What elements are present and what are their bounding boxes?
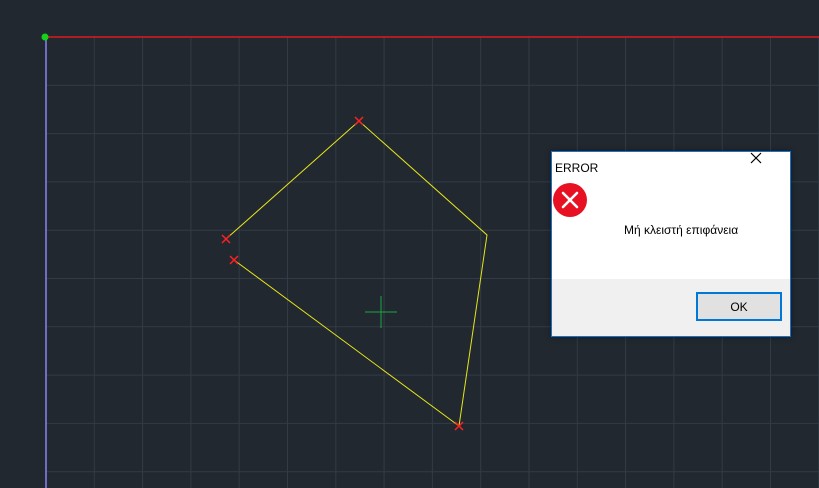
dialog-body: Μή κλειστή επιφάνεια [552,182,790,279]
close-icon [750,152,762,164]
drawing-viewport[interactable]: ERROR Μή κλειστή επιφάνεια OK [0,0,819,488]
error-icon [553,183,587,217]
error-dialog: ERROR Μή κλειστή επιφάνεια OK [551,151,791,337]
dialog-message: Μή κλειστή επιφάνεια [624,223,739,237]
vertex-marker[interactable] [229,255,239,265]
vertex-marker[interactable] [221,234,231,244]
open-polyline[interactable] [225,120,488,427]
ok-button[interactable]: OK [696,292,782,321]
dialog-footer: OK [552,279,790,336]
dialog-titlebar[interactable]: ERROR [552,152,790,182]
dialog-title: ERROR [555,161,599,175]
vertex-marker[interactable] [354,116,364,126]
crosshair-cursor [365,296,397,328]
origin-point [41,33,49,41]
close-button[interactable] [750,152,790,182]
